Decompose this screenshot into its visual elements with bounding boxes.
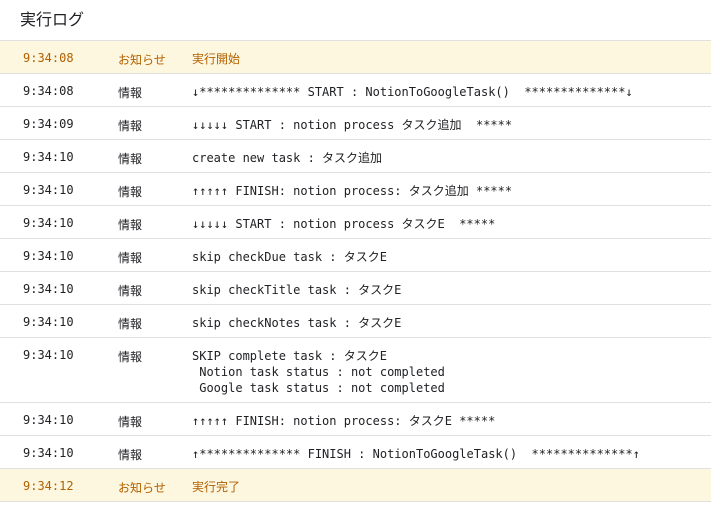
- log-message: ↓************** START : NotionToGoogleTa…: [192, 85, 633, 99]
- log-row: 9:34:10 情報 ↑↑↑↑↑ FINISH: notion process:…: [0, 173, 711, 206]
- log-message: skip checkTitle task : タスクE: [192, 283, 402, 297]
- log-time: 9:34:10: [23, 282, 74, 296]
- execution-log-panel: 実行ログ 9:34:08 お知らせ 実行開始 9:34:08 情報 ↓*****…: [0, 0, 711, 502]
- log-level: 情報: [118, 448, 143, 462]
- log-level: 情報: [118, 185, 143, 199]
- log-message: skip checkDue task : タスクE: [192, 250, 387, 264]
- panel-title: 実行ログ: [0, 0, 711, 41]
- log-level: 情報: [118, 218, 143, 232]
- log-level: 情報: [118, 152, 143, 166]
- log-level: 情報: [118, 415, 143, 429]
- log-time: 9:34:10: [23, 315, 74, 329]
- log-time: 9:34:10: [23, 183, 74, 197]
- log-time: 9:34:08: [23, 51, 74, 65]
- log-row: 9:34:10 情報 ↑************** FINISH : Noti…: [0, 436, 711, 469]
- log-message: 実行開始: [192, 52, 241, 66]
- log-level: 情報: [118, 284, 143, 298]
- log-time: 9:34:10: [23, 216, 74, 230]
- log-time: 9:34:10: [23, 348, 74, 362]
- log-time: 9:34:12: [23, 479, 74, 493]
- log-time: 9:34:09: [23, 117, 74, 131]
- log-message: skip checkNotes task : タスクE: [192, 316, 402, 330]
- log-time: 9:34:10: [23, 446, 74, 460]
- log-list: 9:34:08 お知らせ 実行開始 9:34:08 情報 ↓**********…: [0, 41, 711, 502]
- log-time: 9:34:10: [23, 150, 74, 164]
- log-time: 9:34:10: [23, 249, 74, 263]
- log-message: ↓↓↓↓↓ START : notion process タスクE *****: [192, 217, 496, 231]
- log-level: お知らせ: [118, 481, 166, 495]
- log-time: 9:34:08: [23, 84, 74, 98]
- log-row: 9:34:10 情報 skip checkTitle task : タスクE: [0, 272, 711, 305]
- log-row: 9:34:10 情報 skip checkDue task : タスクE: [0, 239, 711, 272]
- log-message: create new task : タスク追加: [192, 151, 383, 165]
- log-message: ↑↑↑↑↑ FINISH: notion process: タスクE *****: [192, 414, 496, 428]
- log-row: 9:34:10 情報 create new task : タスク追加: [0, 140, 711, 173]
- log-row: 9:34:08 情報 ↓************** START : Notio…: [0, 74, 711, 107]
- log-level: 情報: [118, 251, 143, 265]
- log-row: 9:34:10 情報 ↓↓↓↓↓ START : notion process …: [0, 206, 711, 239]
- log-row-notice: 9:34:08 お知らせ 実行開始: [0, 41, 711, 74]
- log-message: 実行完了: [192, 480, 241, 494]
- log-level: 情報: [118, 119, 143, 133]
- log-level: 情報: [118, 317, 143, 331]
- log-message: ↑************** FINISH : NotionToGoogleT…: [192, 447, 640, 461]
- log-level: お知らせ: [118, 53, 166, 67]
- log-level: 情報: [118, 350, 143, 364]
- log-message: ↓↓↓↓↓ START : notion process タスク追加 *****: [192, 118, 513, 132]
- log-row: 9:34:10 情報 skip checkNotes task : タスクE: [0, 305, 711, 338]
- log-row: 9:34:10 情報 SKIP complete task : タスクE Not…: [0, 338, 711, 403]
- log-message: SKIP complete task : タスクE Notion task st…: [192, 349, 445, 395]
- log-row: 9:34:10 情報 ↑↑↑↑↑ FINISH: notion process:…: [0, 403, 711, 436]
- log-row: 9:34:09 情報 ↓↓↓↓↓ START : notion process …: [0, 107, 711, 140]
- log-time: 9:34:10: [23, 413, 74, 427]
- log-level: 情報: [118, 86, 143, 100]
- log-message: ↑↑↑↑↑ FINISH: notion process: タスク追加 ****…: [192, 184, 513, 198]
- log-row-notice: 9:34:12 お知らせ 実行完了: [0, 469, 711, 502]
